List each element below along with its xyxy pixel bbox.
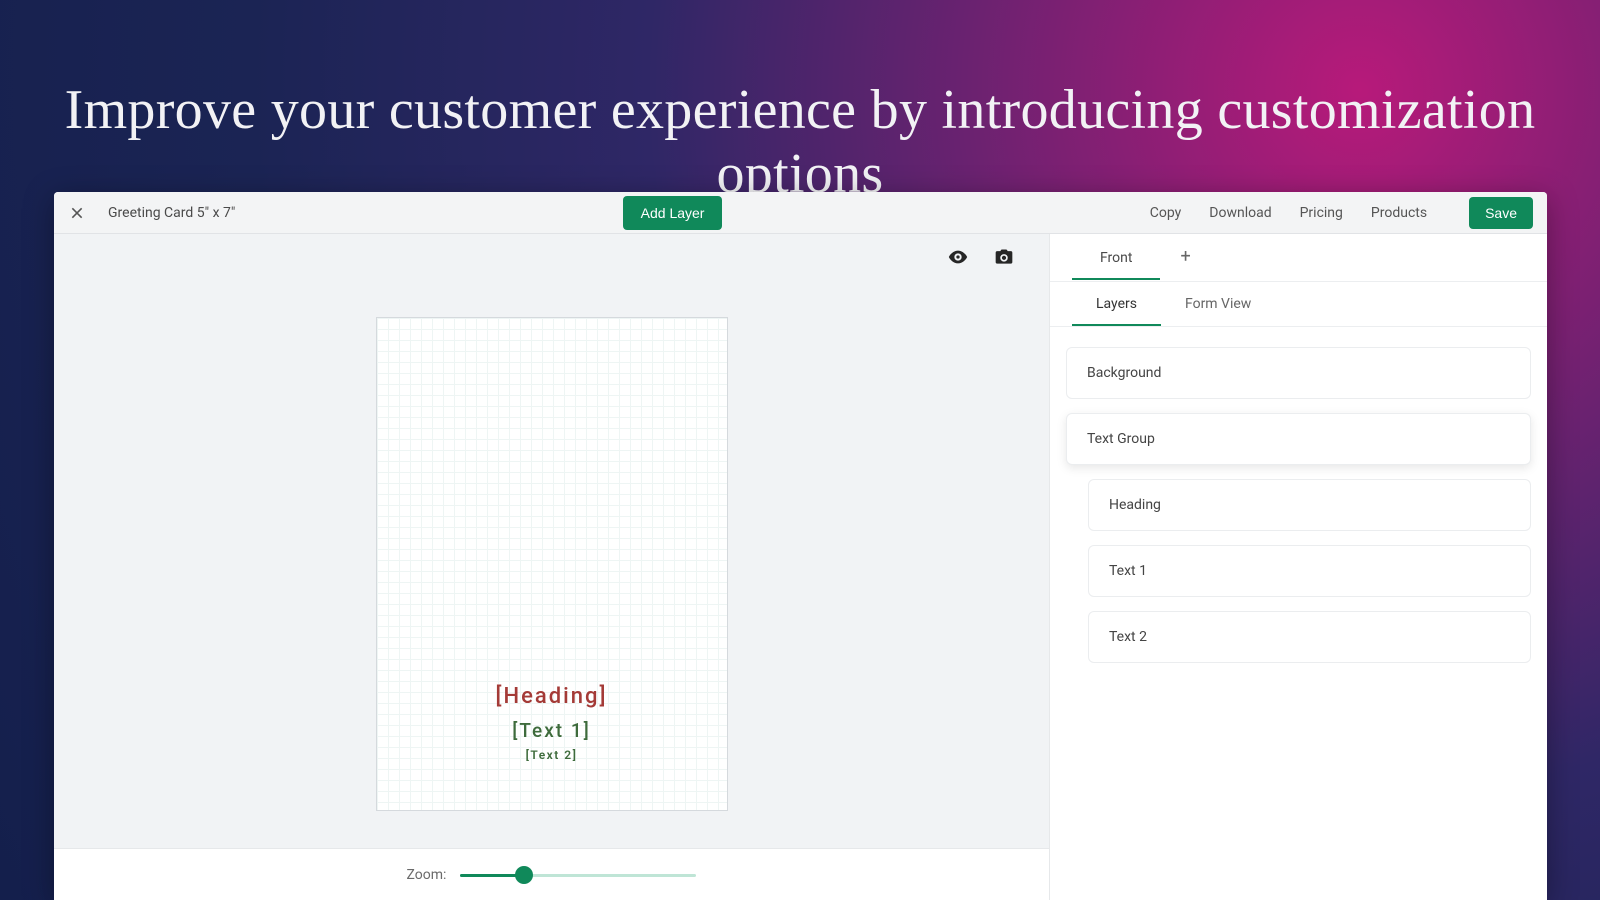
canvas-text1-placeholder[interactable]: [Text 1]: [512, 719, 591, 742]
download-link[interactable]: Download: [1209, 205, 1271, 221]
copy-link[interactable]: Copy: [1150, 205, 1182, 221]
hero-title: Improve your customer experience by intr…: [0, 78, 1600, 206]
document-title: Greeting Card 5" x 7": [108, 205, 235, 221]
zoom-slider[interactable]: [460, 867, 696, 883]
right-sidebar: Front + Layers Form View Background Text …: [1049, 234, 1547, 900]
tab-layers[interactable]: Layers: [1072, 282, 1161, 326]
layer-item[interactable]: Background: [1066, 347, 1531, 399]
add-layer-button[interactable]: Add Layer: [623, 196, 723, 230]
layers-list: Background Text Group Heading Text 1 Text 2: [1050, 327, 1547, 683]
layer-item[interactable]: Text 1: [1088, 545, 1531, 597]
toolbar-links: Copy Download Pricing Products Save: [1150, 197, 1533, 229]
layer-item[interactable]: Heading: [1088, 479, 1531, 531]
zoom-row: Zoom:: [54, 848, 1049, 900]
tab-front[interactable]: Front: [1072, 236, 1160, 280]
pricing-link[interactable]: Pricing: [1300, 205, 1343, 221]
canvas-heading-placeholder[interactable]: [Heading]: [496, 684, 608, 709]
canvas-area[interactable]: [Heading] [Text 1] [Text 2]: [54, 280, 1049, 848]
zoom-slider-thumb[interactable]: [515, 866, 533, 884]
editor-body: [Heading] [Text 1] [Text 2] Zoom: Front: [54, 234, 1547, 900]
preview-button[interactable]: [947, 246, 969, 268]
snapshot-button[interactable]: [993, 246, 1015, 268]
greeting-card-canvas[interactable]: [Heading] [Text 1] [Text 2]: [376, 317, 728, 811]
canvas-actions: [54, 234, 1049, 280]
eye-icon: [947, 246, 969, 268]
plus-icon: +: [1180, 246, 1190, 267]
layer-item[interactable]: Text Group: [1066, 413, 1531, 465]
save-button[interactable]: Save: [1469, 197, 1533, 229]
zoom-label: Zoom:: [407, 867, 447, 883]
camera-icon: [994, 247, 1014, 267]
canvas-pane: [Heading] [Text 1] [Text 2] Zoom:: [54, 234, 1049, 900]
panel-tabs: Layers Form View: [1050, 282, 1547, 327]
tab-form-view[interactable]: Form View: [1161, 282, 1275, 326]
layer-item[interactable]: Text 2: [1088, 611, 1531, 663]
editor-app: Greeting Card 5" x 7" Add Layer Copy Dow…: [54, 192, 1547, 900]
close-button[interactable]: [68, 204, 86, 222]
products-link[interactable]: Products: [1371, 205, 1427, 221]
view-tabs: Front +: [1050, 234, 1547, 282]
add-view-tab[interactable]: +: [1160, 236, 1210, 280]
toolbar: Greeting Card 5" x 7" Add Layer Copy Dow…: [54, 192, 1547, 234]
close-icon: [69, 205, 85, 221]
canvas-text2-placeholder[interactable]: [Text 2]: [526, 748, 578, 762]
